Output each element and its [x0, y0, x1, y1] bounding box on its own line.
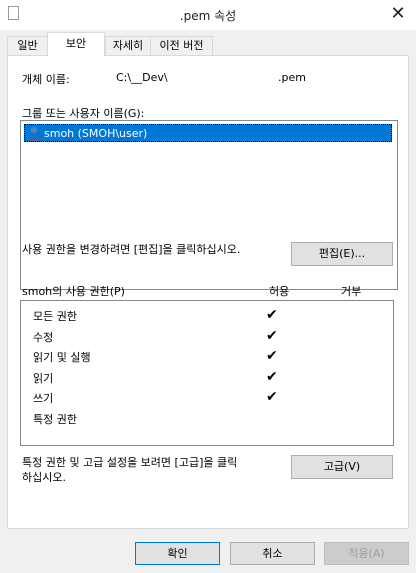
permission-name: 특정 권한 [33, 413, 77, 426]
permission-name: 읽기 및 실행 [33, 351, 91, 364]
list-item[interactable]: smoh (SMOH\user) [24, 124, 392, 142]
tab-previous-versions[interactable]: 이전 버전 [150, 36, 213, 55]
edit-hint: 사용 권한을 변경하려면 [편집]을 클릭하십시오. [22, 243, 241, 256]
advanced-hint-line2: 하십시오. [22, 471, 66, 484]
advanced-hint-line1: 특정 권한 및 고급 설정을 보려면 [고급]을 클릭 [22, 456, 238, 469]
allow-check-icon: ✔ [266, 348, 278, 364]
permission-name: 쓰기 [33, 392, 54, 405]
window-title: .pem 속성 [179, 9, 237, 23]
cancel-button[interactable]: 취소 [230, 542, 315, 565]
allow-check-icon: ✔ [266, 389, 278, 405]
object-path: C:\__Dev\ [116, 71, 168, 84]
allow-check-icon: ✔ [266, 328, 278, 344]
allow-header: 허용 [269, 285, 290, 298]
title-bar: .pem 속성 ✕ [0, 0, 416, 30]
permission-name: 수정 [33, 331, 54, 344]
close-button[interactable]: ✕ [380, 0, 416, 30]
tab-details[interactable]: 자세히 [105, 36, 151, 55]
allow-check-icon: ✔ [266, 369, 278, 385]
ok-button[interactable]: 확인 [135, 542, 220, 565]
tab-general[interactable]: 일반 [7, 36, 48, 55]
apply-button[interactable]: 적용(A) [324, 542, 409, 565]
object-name-label: 개체 이름: [22, 73, 70, 86]
deny-header: 거부 [341, 285, 362, 298]
advanced-button[interactable]: 고급(V) [291, 455, 393, 479]
object-extension: .pem [278, 71, 306, 84]
tab-security[interactable]: 보안 [47, 32, 105, 56]
permissions-title: smoh의 사용 권한(P) [22, 285, 125, 298]
edit-button[interactable]: 편집(E)... [291, 242, 393, 266]
user-name: smoh (SMOH\user) [44, 127, 148, 140]
permission-name: 모든 권한 [33, 310, 77, 323]
allow-check-icon: ✔ [266, 307, 278, 323]
security-panel: 개체 이름: C:\__Dev\ .pem 그룹 또는 사용자 이름(G): s… [7, 55, 409, 529]
user-icon [28, 126, 40, 141]
permission-name: 읽기 [33, 372, 54, 385]
permissions-list[interactable]: 모든 권한 ✔ 수정 ✔ 읽기 및 실행 ✔ 읽기 ✔ 쓰기 ✔ 특정 권한 [20, 300, 394, 446]
groups-label: 그룹 또는 사용자 이름(G): [22, 107, 145, 120]
